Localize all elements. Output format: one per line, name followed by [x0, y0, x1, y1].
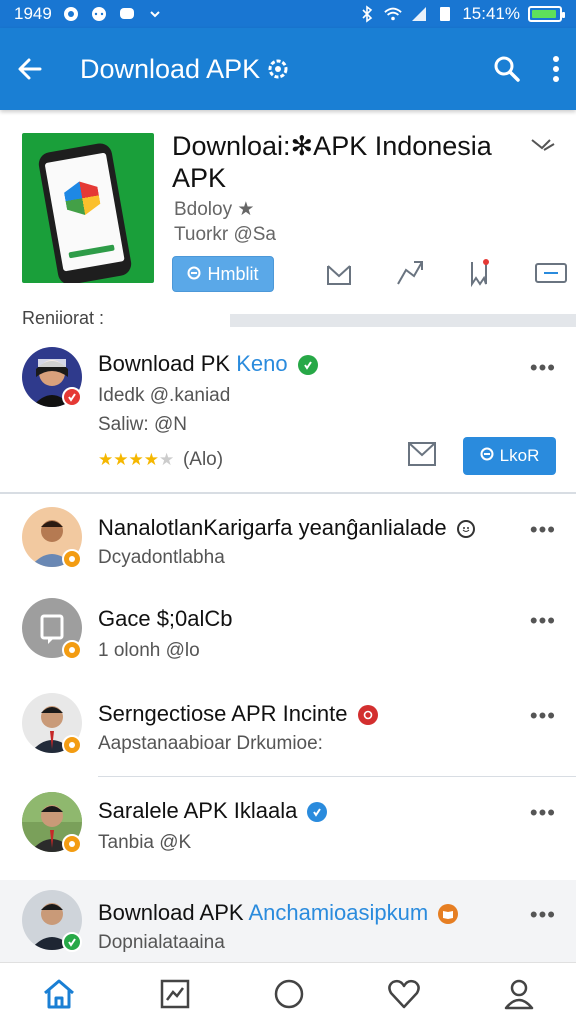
- heart-icon[interactable]: [387, 978, 421, 1010]
- message-icon: [90, 5, 108, 23]
- item-title-text: Saralele APK Iklaala: [98, 798, 298, 823]
- follow-label: LkoR: [499, 446, 540, 465]
- featured-title: Bownload PK Keno: [98, 351, 318, 377]
- notification-icon: [62, 5, 80, 23]
- more-vertical-icon[interactable]: [552, 55, 560, 83]
- app-thumbnail: [22, 133, 154, 283]
- item-title-text: Serngectiose APR Incinte: [98, 701, 348, 726]
- rating-text: (Alo): [182, 449, 224, 470]
- item-subtitle: Dcyadontlabha: [98, 547, 225, 568]
- install-label: Hmblit: [207, 263, 259, 284]
- more-options-icon[interactable]: •••: [530, 355, 556, 381]
- follow-icon: [480, 446, 494, 466]
- chat-icon: [118, 5, 136, 23]
- book-icon: [438, 904, 459, 925]
- share-icon[interactable]: [392, 256, 426, 290]
- message-bubble-icon[interactable]: [532, 256, 570, 290]
- status-time: 1949: [14, 4, 52, 23]
- app-name: Downloai:✻APK Indonesia APK: [172, 131, 492, 193]
- bookmark-icon[interactable]: [462, 256, 496, 290]
- section-divider: [230, 314, 576, 327]
- status-bar: 1949 15:41%: [0, 0, 576, 28]
- expand-icon[interactable]: [530, 136, 556, 156]
- emoji-icon: [456, 520, 475, 539]
- phone-illustration: [36, 141, 134, 283]
- list-item[interactable]: Saralele APK Iklaala Tanbia @K •••: [0, 782, 576, 874]
- item-title-text: NanalotlanKarigarfa yeanĝanlialade: [98, 515, 447, 540]
- more-options-icon[interactable]: •••: [530, 902, 556, 928]
- featured-title-highlight: Keno: [236, 351, 288, 376]
- app-bar: Download APK: [0, 28, 576, 110]
- badge-icon: [62, 932, 82, 952]
- wifi-icon: [384, 5, 403, 23]
- item-subtitle: Tanbia @K: [98, 832, 192, 853]
- chevron-down-icon: [146, 5, 164, 23]
- status-clock: 15:41%: [462, 4, 520, 23]
- verified-icon: [307, 802, 328, 823]
- app-handle: Tuorkr @Sa: [174, 224, 276, 245]
- featured-line2: Saliw: @N: [98, 414, 187, 435]
- featured-item[interactable]: Bownload PK Keno Idedk @.kaniad Saliw: @…: [0, 335, 576, 490]
- item-subtitle: 1 olonh @lo: [98, 640, 200, 661]
- badge-icon: [62, 735, 82, 755]
- page-title: Download APK: [80, 53, 261, 84]
- badge-icon: [62, 549, 82, 569]
- home-icon[interactable]: [41, 977, 77, 1011]
- settings-gear-icon[interactable]: [266, 57, 290, 81]
- mail-icon[interactable]: [322, 256, 356, 290]
- chart-icon[interactable]: [159, 978, 191, 1010]
- list-item[interactable]: Gace $;0alCb 1 olonh @lo •••: [0, 590, 576, 682]
- app-developer: Bdoloy ★: [174, 199, 255, 220]
- item-title: NanalotlanKarigarfa yeanĝanlialade: [98, 515, 475, 541]
- item-title: Saralele APK Iklaala: [98, 798, 328, 824]
- list-item[interactable]: NanalotlanKarigarfa yeanĝanlialade Dcyad…: [0, 495, 576, 587]
- divider: [98, 776, 576, 777]
- more-options-icon[interactable]: •••: [530, 608, 556, 634]
- rating-stars: ★★★★★ (Alo): [98, 449, 223, 471]
- record-icon: [357, 705, 378, 726]
- item-subtitle: Aapstanaabioar Drkumioe:: [98, 733, 323, 754]
- verified-badge-icon: [62, 387, 82, 407]
- badge-icon: [62, 834, 82, 854]
- item-title: Serngectiose APR Incinte: [98, 701, 378, 727]
- install-icon: [187, 264, 201, 285]
- battery-icon: [528, 6, 565, 22]
- star-empty-icon: ★: [158, 450, 175, 469]
- item-title: Bownload APK Anchamioasipkum: [98, 900, 459, 926]
- search-icon[interactable]: [492, 54, 522, 84]
- more-options-icon[interactable]: •••: [530, 800, 556, 826]
- item-title: Gace $;0alCb: [98, 606, 233, 631]
- item-subtitle: Dopnialataaina: [98, 932, 225, 953]
- back-arrow-icon[interactable]: [16, 55, 44, 83]
- app-card: Downloai:✻APK Indonesia APK Bdoloy ★ Tuo…: [0, 118, 576, 300]
- sim-icon: [436, 5, 454, 23]
- bluetooth-icon: [358, 5, 376, 23]
- more-options-icon[interactable]: •••: [530, 517, 556, 543]
- list-item[interactable]: Serngectiose APR Incinte Aapstanaabioar …: [0, 685, 576, 777]
- featured-line1: Idedk @.kaniad: [98, 385, 231, 406]
- circle-icon[interactable]: [273, 978, 305, 1010]
- more-options-icon[interactable]: •••: [530, 703, 556, 729]
- check-icon: [297, 355, 318, 376]
- divider: [0, 492, 576, 494]
- signal-icon: [410, 5, 428, 23]
- badge-icon: [62, 640, 82, 660]
- item-title-highlight: Anchamioasipkum: [248, 900, 429, 925]
- follow-button[interactable]: LkoR: [463, 437, 556, 475]
- featured-title-prefix: Bownload PK: [98, 351, 231, 376]
- item-title-prefix: Bownload APK: [98, 900, 244, 925]
- star-icon: ★★★★: [98, 450, 159, 469]
- bottom-navigation: [0, 962, 576, 1024]
- profile-icon[interactable]: [503, 978, 535, 1010]
- install-button[interactable]: Hmblit: [172, 256, 274, 292]
- list-item[interactable]: Bownload APK Anchamioasipkum Dopnialataa…: [0, 880, 576, 962]
- mail-icon[interactable]: [406, 439, 438, 469]
- section-label: Reniiorat :: [22, 308, 105, 328]
